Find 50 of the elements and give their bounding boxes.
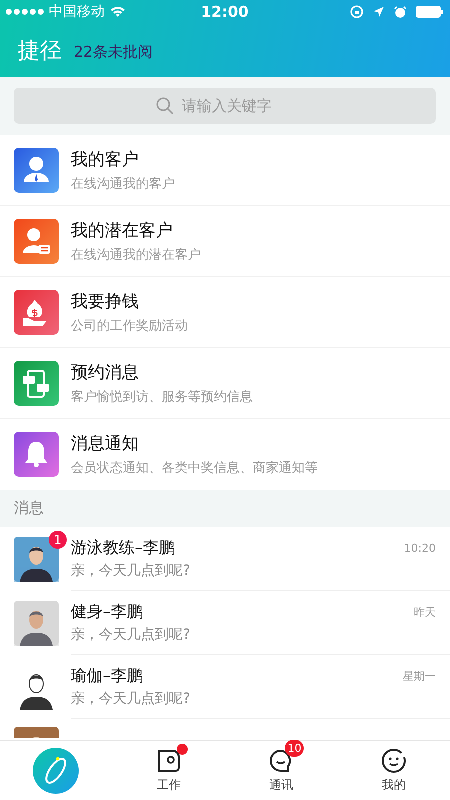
shortcut-item[interactable]: 我的潜在客户 在线沟通我的潜在客户	[0, 206, 450, 277]
shortcut-subtitle: 在线沟通我的潜在客户	[71, 246, 201, 264]
contact-name: 游泳教练–李鹏	[71, 538, 175, 558]
message-time: 10:20	[404, 542, 436, 554]
contact-name: 健身–李鹏	[71, 602, 143, 622]
tab-item[interactable]: 我的	[338, 741, 450, 800]
unread-badge: 10	[285, 740, 304, 756]
shortcut-item[interactable]: 我的客户 在线沟通我的客户	[0, 135, 450, 206]
smiley-icon	[380, 748, 407, 774]
signal-icon	[6, 9, 44, 15]
message-time: 昨天	[414, 604, 436, 620]
person-icon	[14, 148, 59, 192]
tab-item[interactable]: 工作	[112, 741, 225, 800]
message-preview: 亲，今天几点到呢?	[71, 690, 192, 708]
search-icon	[156, 97, 174, 115]
location-arrow-icon	[373, 6, 385, 18]
battery-icon	[416, 6, 444, 18]
shortcut-subtitle: 客户愉悦到访、服务等预约信息	[71, 388, 253, 406]
wifi-icon	[110, 6, 126, 18]
camera-icon	[156, 748, 182, 774]
alarm-icon	[394, 6, 407, 18]
shortcut-item[interactable]: 预约消息 客户愉悦到访、服务等预约信息	[0, 348, 450, 419]
message-preview: 亲，今天几点到呢?	[71, 562, 192, 580]
page-title: 捷径	[18, 38, 62, 66]
shortcut-title: 消息通知	[71, 433, 140, 455]
shortcut-title: 预约消息	[71, 362, 140, 384]
shortcut-item[interactable]: 消息通知 会员状态通知、各类中奖信息、商家通知等	[0, 419, 450, 490]
rotation-lock-icon	[350, 5, 364, 19]
carrier-name: 中国移动	[49, 3, 105, 21]
message-time: 星期一	[403, 668, 436, 684]
tab-item[interactable]: 10 通讯	[225, 741, 338, 800]
shortcut-subtitle: 会员状态通知、各类中奖信息、商家通知等	[71, 460, 318, 477]
section-title: 消息	[14, 499, 44, 518]
unread-count: 22条未批阅	[74, 43, 154, 62]
phone-chat-icon	[14, 360, 59, 406]
clock-time: 12:00	[201, 3, 249, 21]
shortcut-title: 我要挣钱	[71, 290, 140, 312]
shortcut-title: 我的潜在客户	[71, 220, 174, 242]
shortcut-title: 我的客户	[71, 148, 140, 170]
shortcut-subtitle: 在线沟通我的客户	[71, 176, 175, 192]
app-logo[interactable]	[33, 748, 80, 794]
person-card-icon	[14, 218, 59, 264]
shortcut-subtitle: 公司的工作奖励活动	[71, 318, 188, 334]
shortcut-item[interactable]: 我要挣钱 公司的工作奖励活动	[0, 277, 450, 348]
contact-name: 瑜伽–李鹏	[71, 666, 143, 686]
money-bag-icon	[14, 290, 59, 334]
unread-badge: 1	[49, 530, 67, 548]
bell-icon	[14, 432, 59, 477]
message-preview: 亲，今天几点到呢?	[71, 626, 192, 644]
search-field[interactable]: 请输入关键字	[180, 96, 294, 116]
